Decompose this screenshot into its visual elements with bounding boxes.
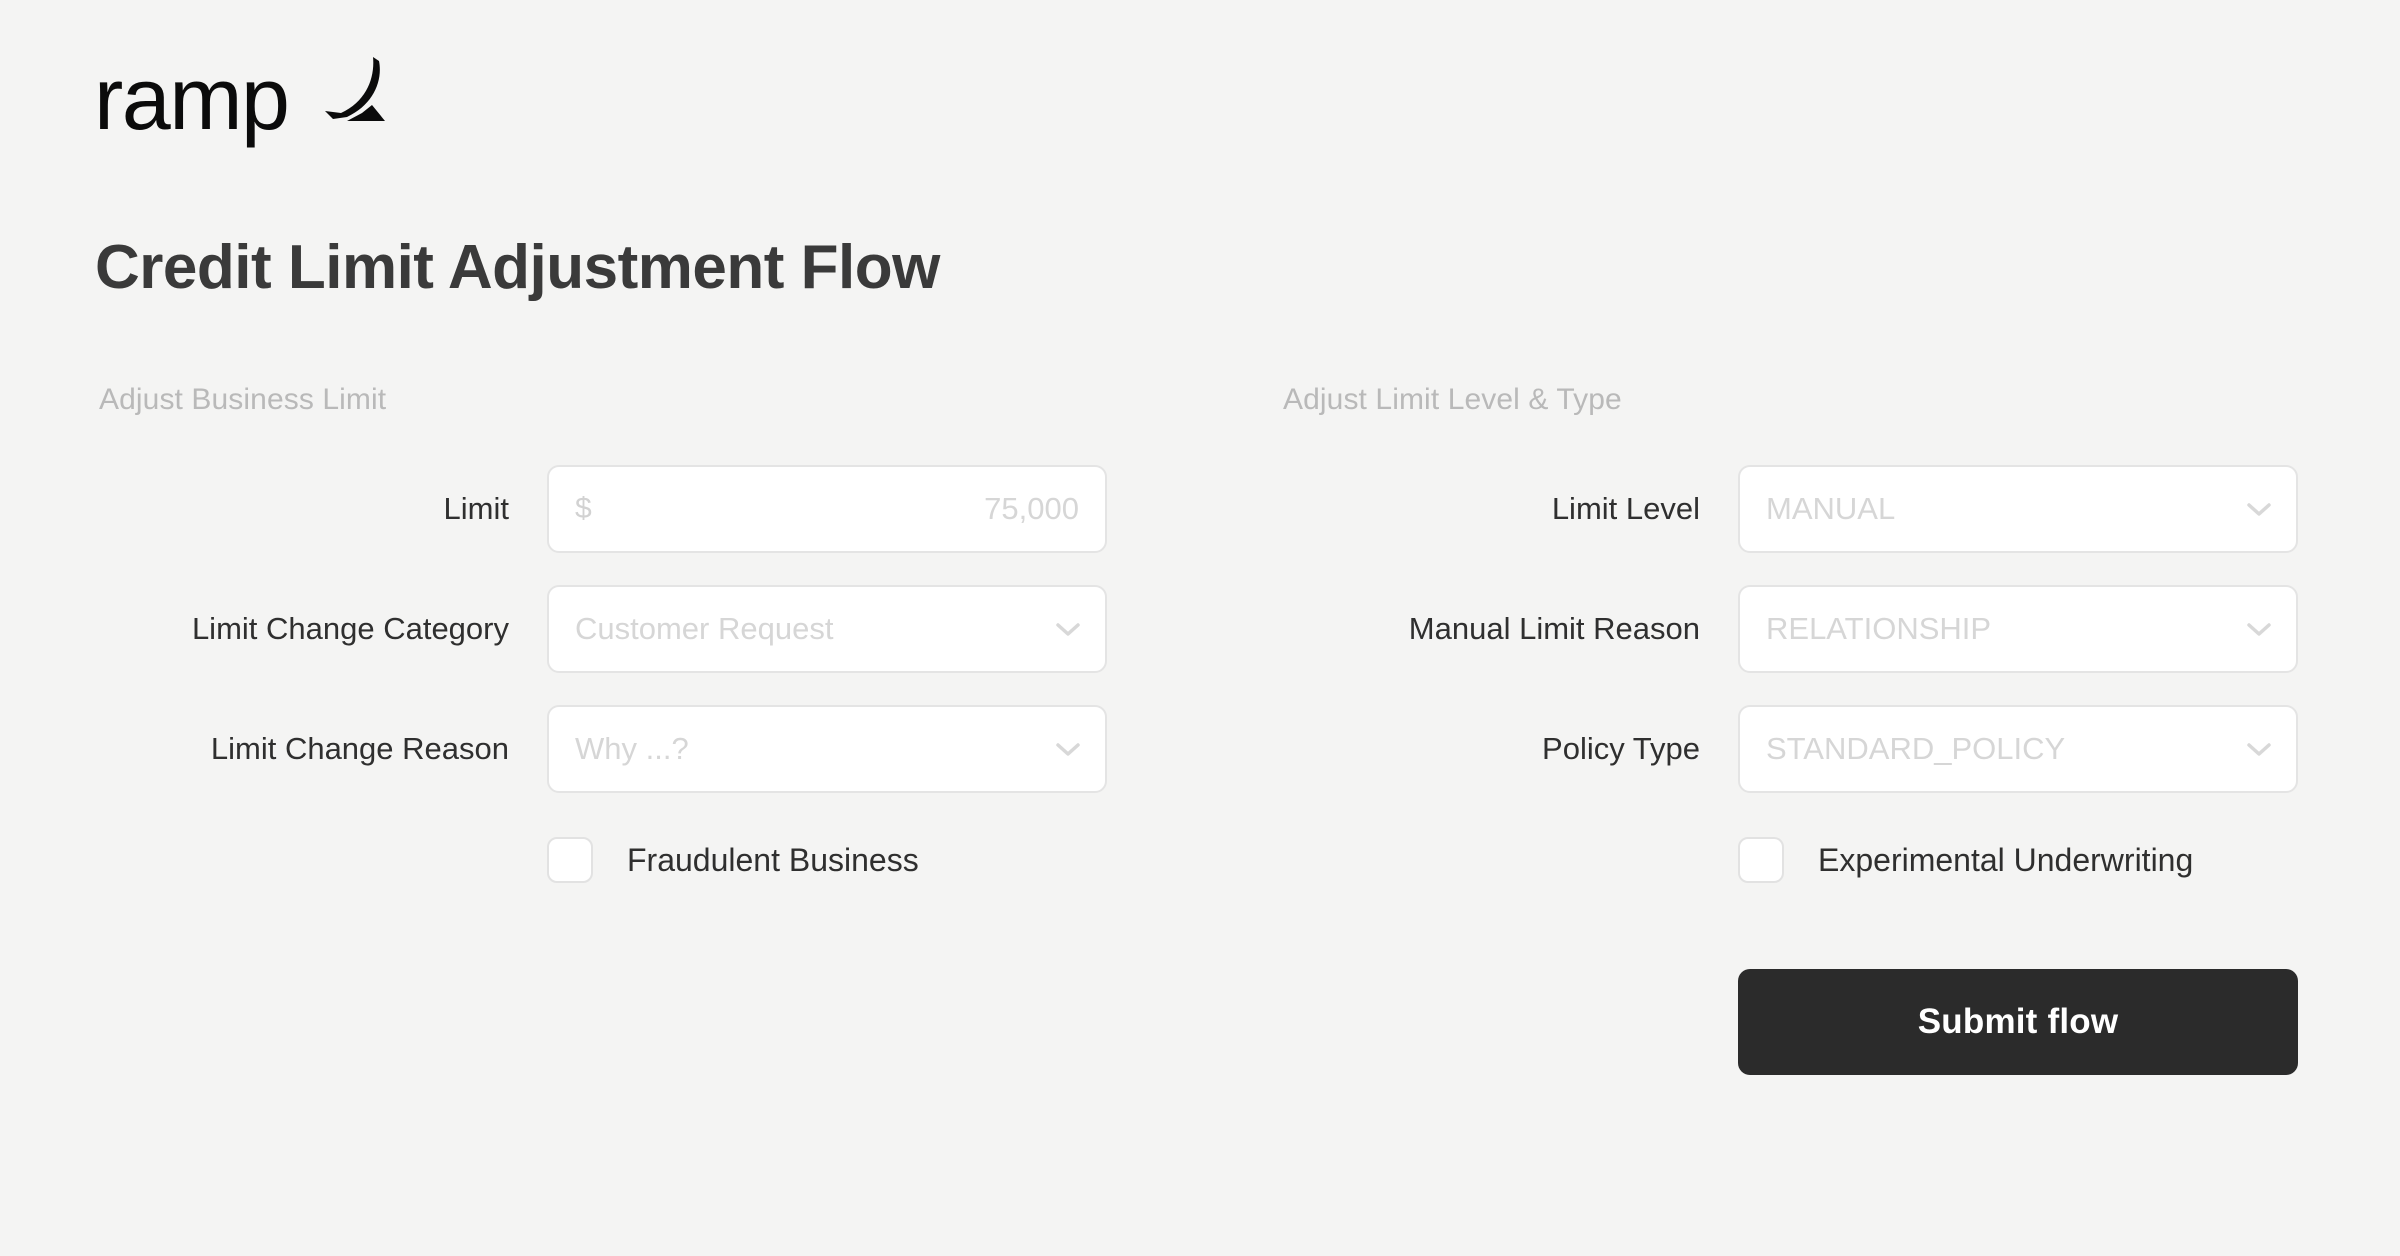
label-limit-change-category: Limit Change Category <box>191 611 509 646</box>
checkbox-label-fraudulent-business: Fraudulent Business <box>627 841 919 878</box>
submit-row: Submit flow <box>1283 969 2298 1075</box>
chevron-down-icon[interactable] <box>2246 621 2272 637</box>
field-row-limit-level: Limit Level MANUAL <box>1283 465 2298 553</box>
label-limit-change-reason: Limit Change Reason <box>210 731 509 766</box>
app-root: ramp Credit Limit Adjustment Flow Adjust… <box>0 0 2400 1256</box>
chevron-down-icon[interactable] <box>2246 501 2272 517</box>
label-limit-level: Limit Level <box>1551 491 1700 526</box>
select-manual-limit-reason[interactable]: RELATIONSHIP <box>1738 585 2298 673</box>
left-column: Adjust Business Limit Limit $ 75,000 Lim… <box>99 383 1107 883</box>
label-manual-limit-reason: Manual Limit Reason <box>1408 611 1700 646</box>
field-row-limit-change-category: Limit Change Category Customer Request <box>99 585 1107 673</box>
checkbox-row-fraudulent-business[interactable]: Fraudulent Business <box>99 837 1107 883</box>
placeholder-limit-change-category: Customer Request <box>575 611 834 646</box>
placeholder-limit-change-reason: Why ...? <box>575 731 689 766</box>
placeholder-manual-limit-reason: RELATIONSHIP <box>1766 611 1992 646</box>
currency-prefix: $ <box>575 492 592 525</box>
chevron-down-icon[interactable] <box>1055 621 1081 637</box>
select-limit-level[interactable]: MANUAL <box>1738 465 2298 553</box>
field-row-policy-type: Policy Type STANDARD_POLICY <box>1283 705 2298 793</box>
label-policy-type: Policy Type <box>1542 731 1700 766</box>
right-column: Adjust Limit Level & Type Limit Level MA… <box>1283 383 2298 1075</box>
select-limit-change-reason[interactable]: Why ...? <box>547 705 1107 793</box>
brand-logo: ramp <box>94 48 387 148</box>
chevron-down-icon[interactable] <box>1055 741 1081 757</box>
checkbox-fraudulent-business[interactable] <box>547 837 593 883</box>
label-limit: Limit <box>443 491 509 526</box>
submit-flow-button[interactable]: Submit flow <box>1738 969 2298 1075</box>
placeholder-limit: 75,000 <box>984 491 1079 526</box>
select-policy-type[interactable]: STANDARD_POLICY <box>1738 705 2298 793</box>
ramp-swoosh-icon <box>324 57 385 121</box>
right-section-heading: Adjust Limit Level & Type <box>1283 383 1622 416</box>
chevron-down-icon[interactable] <box>2246 741 2272 757</box>
checkbox-row-experimental-underwriting[interactable]: Experimental Underwriting <box>1283 837 2298 883</box>
placeholder-policy-type: STANDARD_POLICY <box>1766 731 2066 766</box>
select-limit-change-category[interactable]: Customer Request <box>547 585 1107 673</box>
page-title: Credit Limit Adjustment Flow <box>95 233 940 302</box>
field-row-manual-limit-reason: Manual Limit Reason RELATIONSHIP <box>1283 585 2298 673</box>
field-row-limit-change-reason: Limit Change Reason Why ...? <box>99 705 1107 793</box>
brand-wordmark: ramp <box>94 48 290 148</box>
field-row-limit: Limit $ 75,000 <box>99 465 1107 553</box>
left-section-heading: Adjust Business Limit <box>99 383 387 416</box>
input-limit[interactable]: $ 75,000 <box>547 465 1107 553</box>
checkbox-experimental-underwriting[interactable] <box>1738 837 1784 883</box>
checkbox-label-experimental-underwriting: Experimental Underwriting <box>1818 841 2194 878</box>
placeholder-limit-level: MANUAL <box>1766 491 1896 526</box>
